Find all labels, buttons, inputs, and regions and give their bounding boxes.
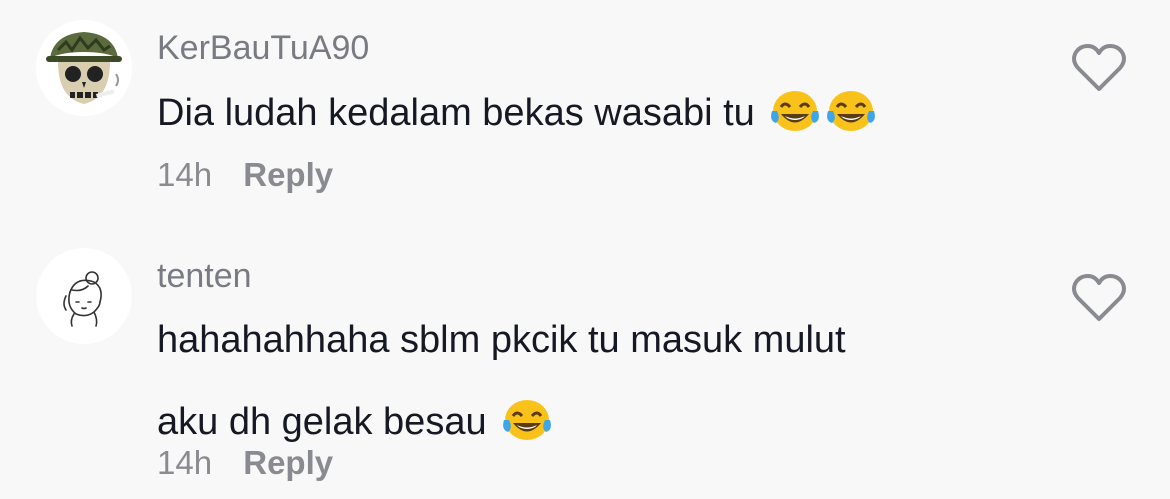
reply-button[interactable]: Reply xyxy=(243,155,333,195)
username[interactable]: KerBauTuA90 xyxy=(157,28,369,68)
comment-meta: 14h Reply xyxy=(157,155,333,195)
heart-outline-icon xyxy=(1072,274,1126,321)
timestamp: 14h xyxy=(157,156,213,193)
username[interactable]: tenten xyxy=(157,256,252,296)
timestamp: 14h xyxy=(157,444,213,481)
sketch-girl-avatar-icon xyxy=(36,248,132,344)
like-button[interactable] xyxy=(1071,42,1127,94)
tears-of-joy-emoji-icon xyxy=(825,87,877,135)
heart-outline-icon xyxy=(1072,44,1126,91)
comment-text-line-2: aku dh gelak besau xyxy=(157,401,487,443)
comment-item: KerBauTuA90 Dia ludah kedalam bekas wasa… xyxy=(0,18,1170,208)
comment-text-line: Dia ludah kedalam bekas wasabi tu xyxy=(157,92,755,134)
comment-item: tenten hahahahhaha sblm pkcik tu masuk m… xyxy=(0,246,1170,496)
skull-bucket-hat-avatar-icon xyxy=(36,20,132,116)
tears-of-joy-emoji-icon xyxy=(501,396,553,444)
like-button[interactable] xyxy=(1071,272,1127,324)
avatar[interactable] xyxy=(36,248,132,344)
tears-of-joy-emoji-icon xyxy=(769,87,821,135)
reply-button[interactable]: Reply xyxy=(243,443,333,483)
comment-text: hahahahhaha sblm pkcik tu masuk mulut ak… xyxy=(157,299,1017,463)
avatar[interactable] xyxy=(36,20,132,116)
comment-meta: 14h Reply xyxy=(157,443,333,483)
comment-text-line: hahahahhaha sblm pkcik tu masuk mulut xyxy=(157,319,846,361)
comment-text: Dia ludah kedalam bekas wasabi tu xyxy=(157,72,1017,154)
